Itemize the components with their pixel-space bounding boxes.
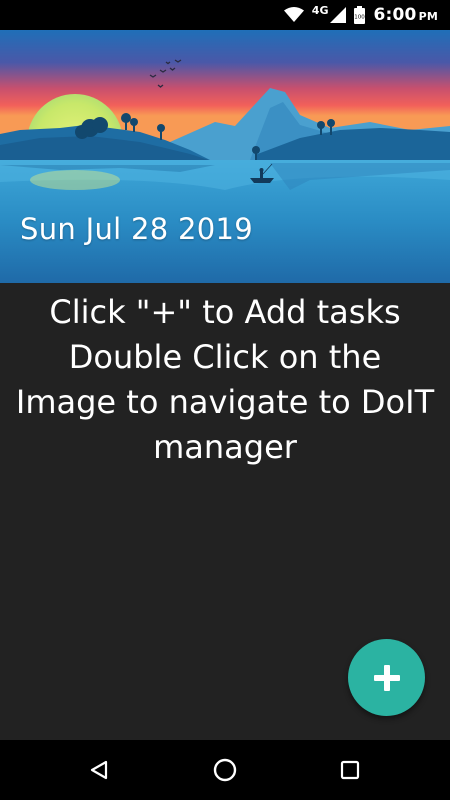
battery-level-label: 100 <box>355 15 366 21</box>
clock-suffix: PM <box>418 10 438 23</box>
back-icon <box>88 759 110 781</box>
header-landscape-image[interactable]: Sun Jul 28 2019 <box>0 30 450 283</box>
network-type-label: 4G <box>311 3 329 17</box>
instructions-text: Click "+" to Add tasks Double Click on t… <box>0 290 450 470</box>
clock-time: 6:00 <box>373 5 417 25</box>
add-task-button[interactable] <box>348 639 425 716</box>
header-date: Sun Jul 28 2019 <box>20 212 254 246</box>
instruction-line-3: Image to navigate to DoIT <box>15 383 435 421</box>
status-icons: 4G 100 6:00 PM <box>283 0 438 30</box>
home-icon <box>212 757 238 783</box>
signal-icon <box>330 7 347 23</box>
wifi-icon <box>283 7 304 23</box>
status-bar: 4G 100 6:00 PM <box>0 0 450 30</box>
recents-icon <box>339 759 361 781</box>
recents-button[interactable] <box>320 740 380 800</box>
instruction-line-4: manager <box>153 428 297 466</box>
battery-icon: 100 <box>354 6 366 24</box>
navigation-bar <box>0 740 450 800</box>
app-screen: 4G 100 6:00 PM Sun Jul 28 2019 Click "+"… <box>0 0 450 800</box>
home-button[interactable] <box>195 740 255 800</box>
plus-icon <box>372 663 402 693</box>
clock: 6:00 PM <box>373 5 438 25</box>
instruction-line-1: Click "+" to Add tasks <box>49 293 401 331</box>
instruction-line-2: Double Click on the <box>68 338 382 376</box>
back-button[interactable] <box>69 740 129 800</box>
